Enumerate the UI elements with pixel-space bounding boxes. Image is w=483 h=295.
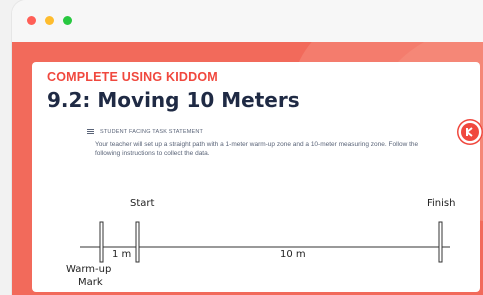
measure-length-label: 10 m xyxy=(280,249,306,260)
lesson-card: COMPLETE USING KIDDOM 9.2: Moving 10 Met… xyxy=(32,62,480,292)
kiddom-logo-icon xyxy=(461,123,479,141)
list-icon xyxy=(87,129,94,135)
close-window-button[interactable] xyxy=(27,16,36,25)
minimize-window-button[interactable] xyxy=(45,16,54,25)
warmup-mark-label-line1: Warm-up xyxy=(66,264,112,275)
browser-window: COMPLETE USING KIDDOM 9.2: Moving 10 Met… xyxy=(12,0,483,295)
start-post xyxy=(135,221,140,263)
brand-line: COMPLETE USING KIDDOM xyxy=(47,70,218,84)
page-content: COMPLETE USING KIDDOM 9.2: Moving 10 Met… xyxy=(12,42,483,295)
page-title: 9.2: Moving 10 Meters xyxy=(47,88,300,112)
statement-header: STUDENT FACING TASK STATEMENT xyxy=(87,129,203,135)
finish-label: Finish xyxy=(427,198,456,209)
statement-label: STUDENT FACING TASK STATEMENT xyxy=(100,129,204,135)
finish-post xyxy=(438,221,443,263)
window-titlebar xyxy=(12,0,483,42)
statement-text: Your teacher will set up a straight path… xyxy=(95,141,419,157)
maximize-window-button[interactable] xyxy=(63,16,72,25)
warmup-mark-label-line2: Mark xyxy=(78,277,103,288)
warmup-post xyxy=(99,221,104,263)
start-label: Start xyxy=(130,198,155,209)
kiddom-side-button[interactable] xyxy=(457,119,483,145)
warmup-length-label: 1 m xyxy=(112,249,132,260)
path-diagram: Start Finish 1 m 10 m Warm-up Mark xyxy=(32,192,480,292)
